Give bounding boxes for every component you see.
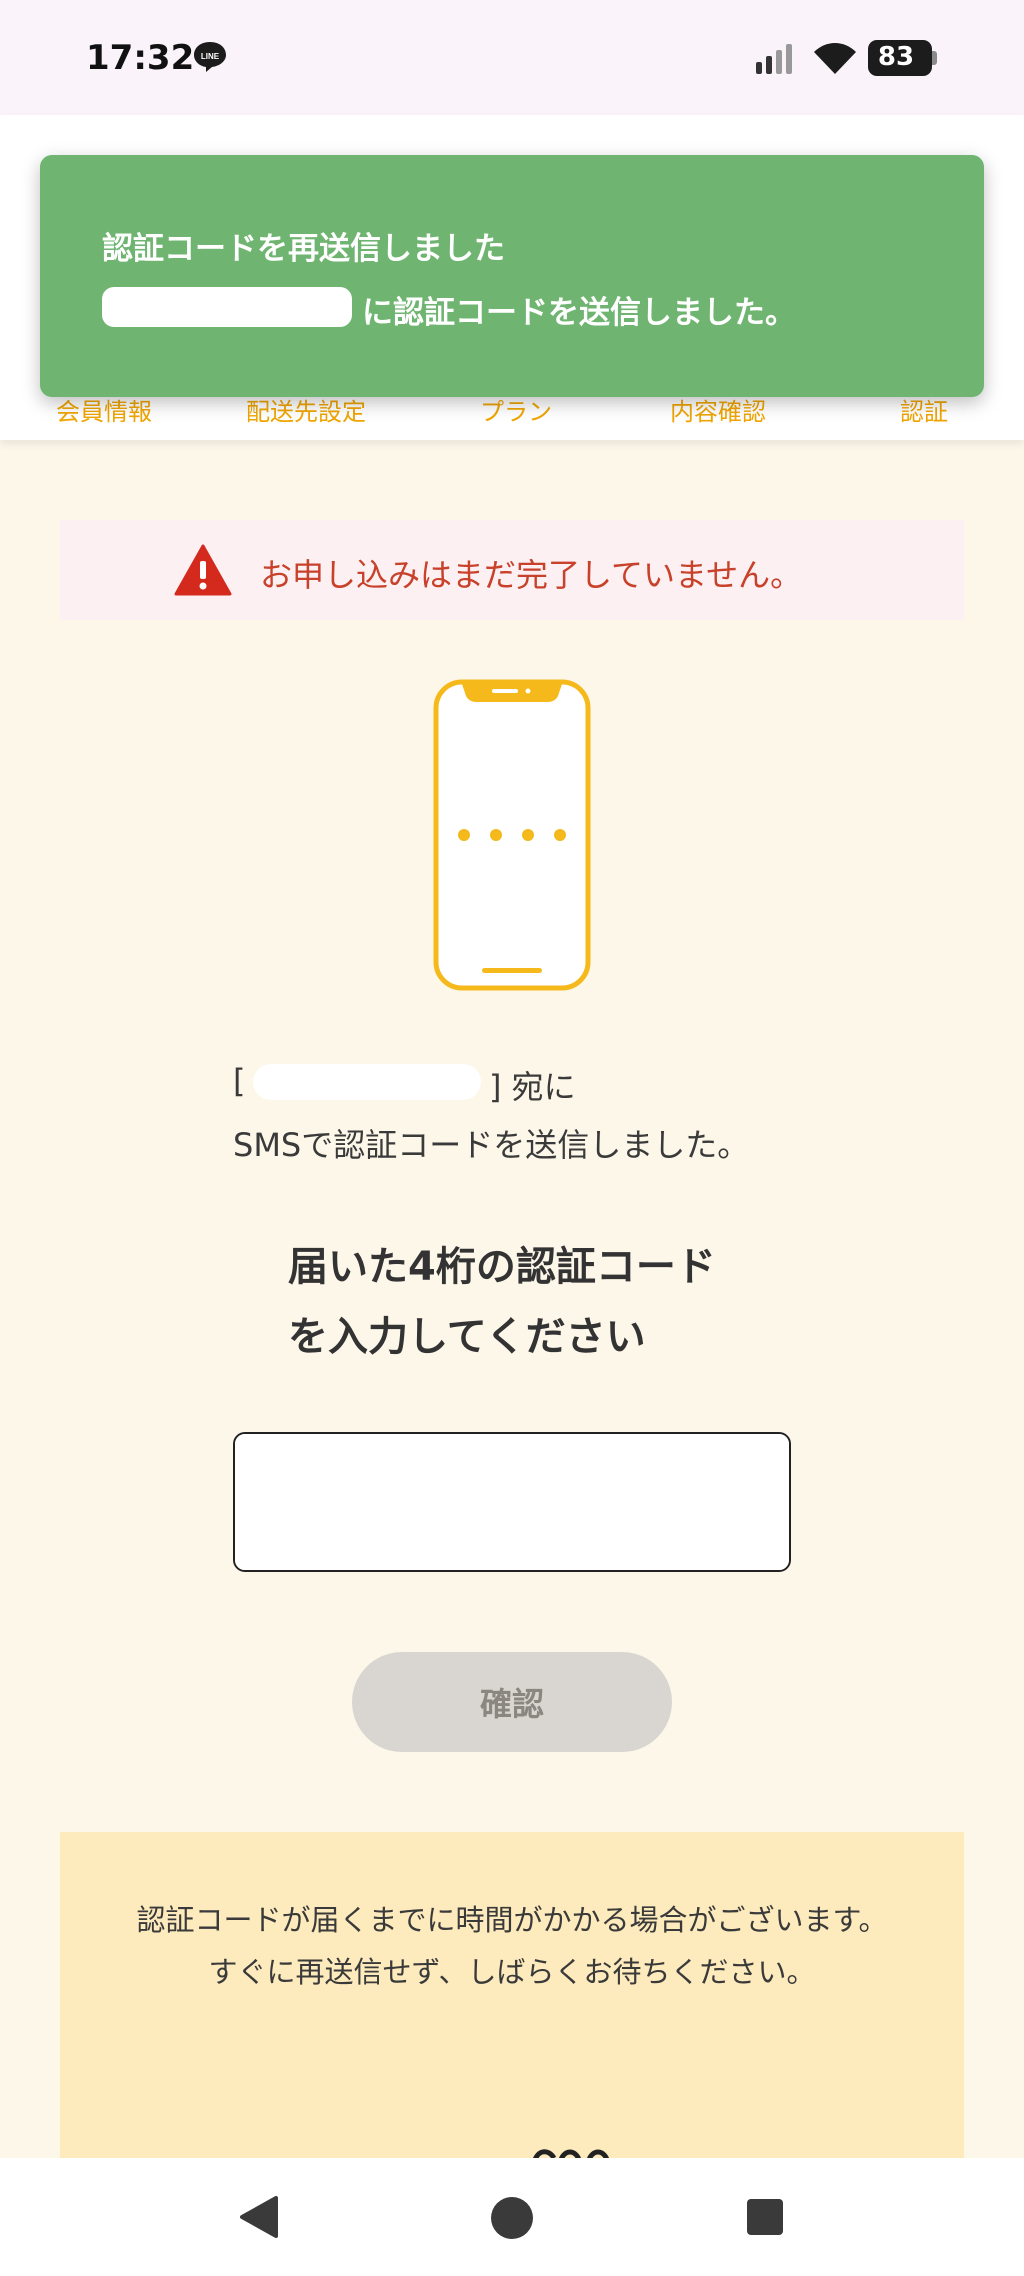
step-plan: プラン	[480, 398, 552, 426]
back-icon[interactable]	[236, 2194, 280, 2240]
sms-sent-text: SMSで認証コードを送信しました。	[233, 1126, 750, 1164]
notice-box: 認証コードが届くまでに時間がかかる場合がございます。 すぐに再送信せず、しばらく…	[60, 1832, 964, 2164]
sent-suffix: ] 宛に	[489, 1068, 576, 1106]
verification-code-input	[233, 1432, 791, 1572]
line-icon: LINE	[194, 42, 226, 72]
navigation-bar	[0, 2158, 1024, 2276]
redacted-phone	[102, 287, 352, 327]
battery-level: 83	[877, 42, 915, 72]
wifi-icon	[814, 43, 856, 74]
toast-title: 認証コードを再送信しました	[102, 231, 505, 267]
page-heading: 届いた4桁の認証コード を入力してください	[288, 1232, 768, 1372]
warning-text: お申し込みはまだ完了していません。	[260, 556, 803, 594]
step-member-info: 会員情報	[56, 398, 152, 426]
status-time: 17:32	[86, 38, 195, 78]
heading-line-1: 届いた4桁の認証コード	[288, 1244, 716, 1290]
heading-line-2: を入力してください	[288, 1314, 646, 1360]
notice-line-1: 認証コードが届くまでに時間がかかる場合がございます。	[136, 1903, 888, 1937]
step-delivery: 配送先設定	[246, 398, 366, 426]
step-confirm: 内容確認	[670, 398, 766, 426]
step-verify: 認証	[900, 398, 948, 426]
code-digit-1[interactable]	[235, 1434, 789, 1570]
toast-notification[interactable]: 認証コードを再送信しました に認証コードを送信しました。	[40, 155, 984, 397]
battery-body: 83	[868, 40, 932, 76]
confirm-button[interactable]: 確認	[352, 1652, 672, 1752]
status-bar: 17:32 LINE 83	[0, 0, 1024, 115]
recents-icon[interactable]	[746, 2198, 784, 2236]
notice-line-2: すぐに再送信せず、しばらくお待ちください。	[208, 1955, 816, 1989]
redacted-phone-number	[253, 1064, 481, 1100]
bracket-open: [	[233, 1062, 246, 1100]
battery-icon: 83	[868, 40, 938, 76]
svg-text:LINE: LINE	[201, 52, 220, 61]
toast-message: に認証コードを送信しました。	[362, 295, 796, 331]
battery-cap	[932, 51, 937, 65]
warning-banner: お申し込みはまだ完了していません。	[60, 520, 964, 620]
home-icon[interactable]	[490, 2196, 534, 2240]
smartphone-icon	[433, 679, 591, 991]
signal-icon	[756, 44, 792, 74]
warning-triangle-icon	[174, 544, 232, 596]
notice-text: 認証コードが届くまでに時間がかかる場合がございます。 すぐに再送信せず、しばらく…	[60, 1894, 964, 1998]
